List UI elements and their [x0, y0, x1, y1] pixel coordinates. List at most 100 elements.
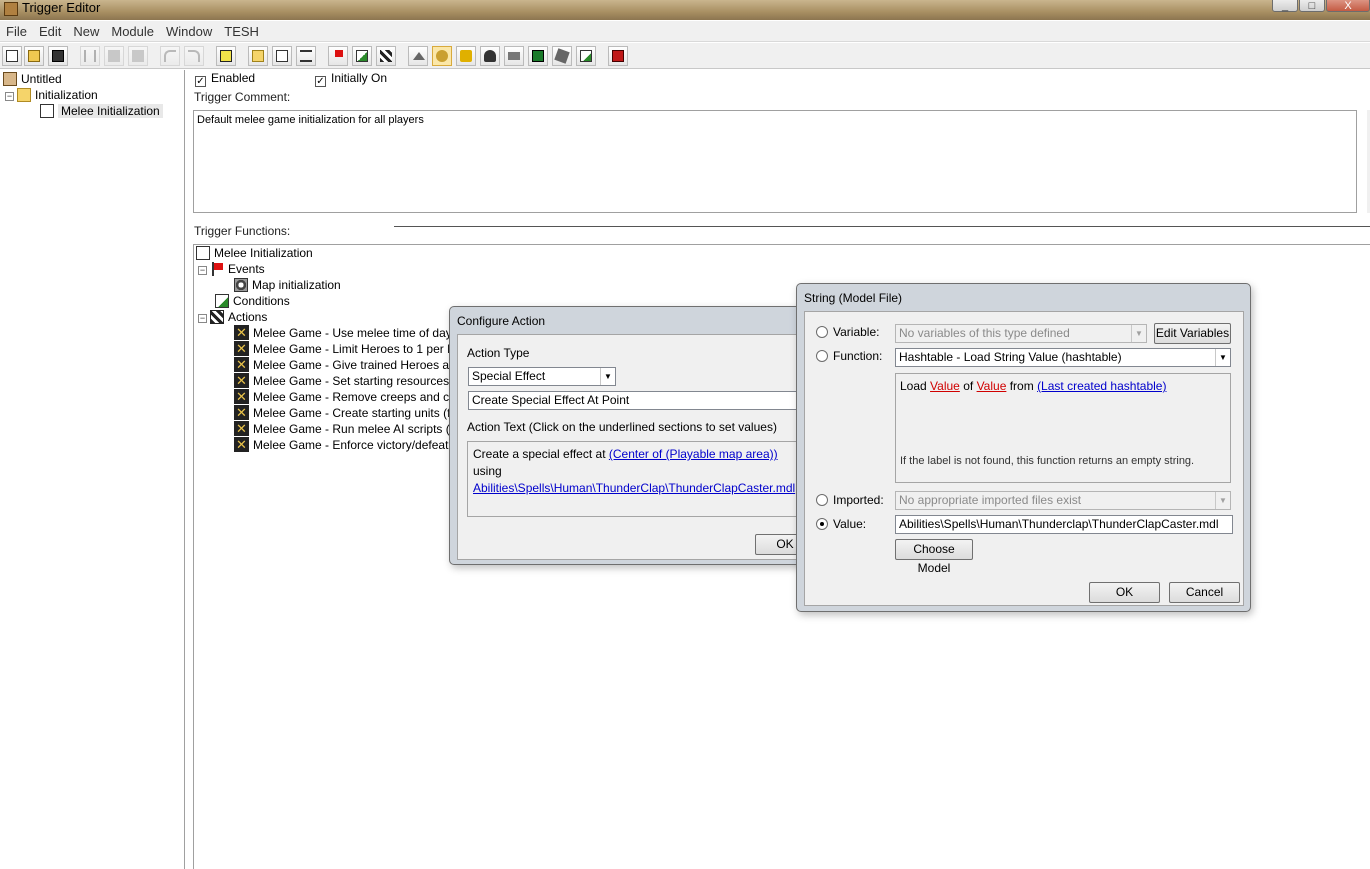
action-item[interactable]: Melee Game - Give trained Heroes a Scro	[234, 357, 477, 373]
tree-item-category[interactable]: − Initialization	[5, 87, 98, 103]
copy-icon[interactable]	[104, 46, 124, 66]
conditions-node[interactable]: Conditions	[215, 293, 290, 309]
chevron-down-icon: ▼	[1215, 492, 1230, 509]
ok-button[interactable]: OK	[1089, 582, 1160, 603]
actions-node[interactable]: − Actions	[198, 309, 267, 325]
import-manager-icon[interactable]	[576, 46, 596, 66]
folder-icon	[17, 88, 31, 102]
events-node[interactable]: − Events	[198, 261, 265, 277]
action-select[interactable]: Create Special Effect At Point	[468, 391, 804, 410]
menu-module[interactable]: Module	[105, 21, 160, 39]
action-item[interactable]: Melee Game - Limit Heroes to 1 per Hero-	[234, 341, 477, 357]
maximize-button[interactable]: □	[1299, 0, 1325, 12]
function-select[interactable]: Hashtable - Load String Value (hashtable…	[895, 348, 1231, 367]
object-editor-icon[interactable]	[480, 46, 500, 66]
functions-root-label: Melee Initialization	[214, 246, 313, 260]
cut-icon[interactable]	[80, 46, 100, 66]
minimize-button[interactable]: _	[1272, 0, 1298, 12]
collapse-icon[interactable]: −	[198, 266, 207, 275]
action-item[interactable]: Melee Game - Enforce victory/defeat con	[234, 437, 471, 453]
event-item-label: Map initialization	[252, 278, 341, 292]
sound-editor-icon[interactable]	[456, 46, 476, 66]
functions-label: Trigger Functions:	[194, 224, 291, 238]
dialog-title: String (Model File)	[804, 291, 903, 305]
menu-bar: File Edit New Module Window TESH	[0, 21, 1370, 42]
imported-select[interactable]: No appropriate imported files exist ▼	[895, 491, 1231, 510]
ai-editor-icon[interactable]	[528, 46, 548, 66]
action-item[interactable]: Melee Game - Set starting resources (for…	[234, 373, 480, 389]
location-param-link[interactable]: (Center of (Playable map area))	[609, 447, 778, 461]
function-value: Hashtable - Load String Value (hashtable…	[899, 350, 1122, 364]
paste-icon[interactable]	[128, 46, 148, 66]
fn-value-param-2[interactable]: Value	[977, 379, 1007, 393]
campaign-editor-icon[interactable]	[504, 46, 524, 66]
events-label: Events	[228, 262, 265, 276]
close-button[interactable]: X	[1326, 0, 1370, 12]
imported-label: Imported:	[833, 493, 884, 507]
action-item[interactable]: Melee Game - Remove creeps and critter	[234, 389, 473, 405]
variable-radio[interactable]	[816, 326, 828, 338]
tree-item-trigger[interactable]: Melee Initialization	[40, 103, 163, 119]
object-manager-icon[interactable]	[552, 46, 572, 66]
fn-hashtable-param[interactable]: (Last created hashtable)	[1037, 379, 1166, 393]
delete-icon[interactable]	[216, 46, 236, 66]
imported-radio[interactable]	[816, 494, 828, 506]
splitter[interactable]	[394, 226, 1370, 227]
cancel-button[interactable]: Cancel	[1169, 582, 1240, 603]
new-action-icon[interactable]	[376, 46, 396, 66]
melee-action-icon	[234, 325, 249, 340]
comment-text: Default melee game initialization for al…	[197, 114, 424, 126]
tree-item-map[interactable]: Untitled	[3, 71, 62, 87]
fn-value-param-1[interactable]: Value	[930, 379, 960, 393]
melee-action-icon	[234, 405, 249, 420]
action-item[interactable]: Melee Game - Create starting units (for …	[234, 405, 476, 421]
initially-on-checkbox[interactable]: ✓ Initially On	[315, 71, 387, 87]
save-icon[interactable]	[48, 46, 68, 66]
value-input[interactable]: Abilities\Spells\Human\Thunderclap\Thund…	[895, 515, 1233, 534]
edit-variables-button[interactable]: Edit Variables	[1154, 323, 1231, 344]
initially-on-label: Initially On	[331, 71, 388, 85]
melee-action-icon	[234, 341, 249, 356]
new-condition-icon[interactable]	[352, 46, 372, 66]
action-type-select[interactable]: Special Effect ▼	[468, 367, 616, 386]
model-param-link[interactable]: Abilities\Spells\Human\ThunderClap\Thund…	[473, 481, 795, 495]
app-icon	[4, 2, 18, 16]
functions-root[interactable]: Melee Initialization	[196, 245, 313, 261]
new-icon[interactable]	[2, 46, 22, 66]
value-radio[interactable]	[816, 518, 828, 530]
trigger-editor-icon[interactable]	[432, 46, 452, 66]
collapse-icon[interactable]: −	[5, 92, 14, 101]
menu-file[interactable]: File	[0, 21, 33, 39]
menu-tesh[interactable]: TESH	[218, 21, 265, 39]
event-item[interactable]: Map initialization	[234, 277, 341, 293]
redo-icon[interactable]	[184, 46, 204, 66]
function-radio[interactable]	[816, 350, 828, 362]
menu-edit[interactable]: Edit	[33, 21, 67, 39]
action-item[interactable]: Melee Game - Use melee time of day (for …	[234, 325, 483, 341]
new-trigger-icon[interactable]	[272, 46, 292, 66]
enabled-label: Enabled	[211, 71, 256, 85]
enabled-checkbox[interactable]: ✓ Enabled	[195, 71, 255, 87]
new-event-icon[interactable]	[328, 46, 348, 66]
collapse-icon[interactable]: −	[198, 314, 207, 323]
menu-window[interactable]: Window	[160, 21, 218, 39]
new-category-icon[interactable]	[248, 46, 268, 66]
title-bar: Trigger Editor _ □ X	[0, 0, 1370, 20]
test-map-icon[interactable]	[608, 46, 628, 66]
variable-select[interactable]: No variables of this type defined ▼	[895, 324, 1147, 343]
undo-icon[interactable]	[160, 46, 180, 66]
chevron-down-icon: ▼	[1131, 325, 1146, 342]
comment-label: Trigger Comment:	[194, 90, 291, 104]
new-comment-icon[interactable]	[296, 46, 316, 66]
event-flag-icon	[210, 262, 224, 276]
trigger-icon	[40, 104, 54, 118]
action-text-area: Create a special effect at (Center of (P…	[467, 441, 804, 517]
choose-model-button[interactable]: Choose Model	[895, 539, 973, 575]
comment-textarea[interactable]: Default melee game initialization for al…	[193, 110, 1357, 213]
action-item[interactable]: Melee Game - Run melee AI scripts (for c…	[234, 421, 480, 437]
menu-new[interactable]: New	[67, 21, 105, 39]
action-type-value: Special Effect	[472, 369, 546, 383]
terrain-editor-icon[interactable]	[408, 46, 428, 66]
open-icon[interactable]	[24, 46, 44, 66]
map-icon	[3, 72, 17, 86]
